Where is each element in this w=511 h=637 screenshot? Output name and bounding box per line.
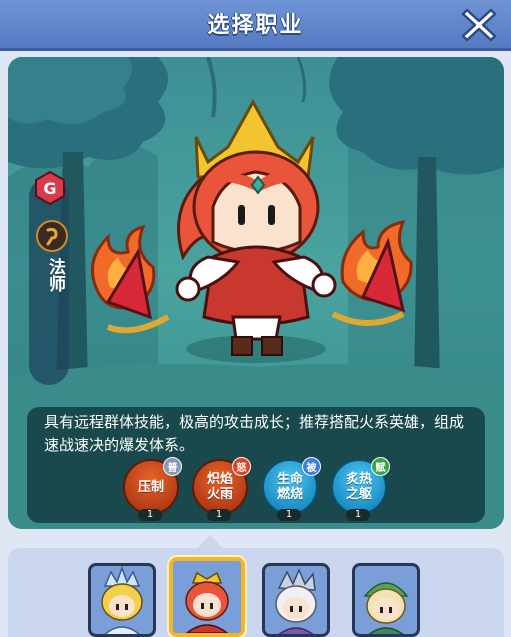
skill-name: 炽焰火雨 xyxy=(206,472,233,502)
grade-letter: G xyxy=(43,179,56,198)
red-hair-mage-portrait xyxy=(173,561,241,633)
skill-type-tag: 赋 xyxy=(371,457,390,476)
skill-level: 1 xyxy=(138,509,162,521)
class-description: 具有远程群体技能，极高的攻击成长；推荐搭配火系英雄，组成速战速决的爆发体系。 xyxy=(44,413,465,454)
green-cap-ranger-portrait xyxy=(355,566,417,634)
grade-badge-icon: G xyxy=(35,171,65,205)
skill-name: 压制 xyxy=(137,479,164,495)
white-hair-warrior-portrait xyxy=(265,566,327,634)
hero-preview-panel: G 法师 具有远程群体技能，极高的攻击成长；推荐搭配火系英雄，组成速战速决的爆发… xyxy=(8,57,504,529)
skill-level: 1 xyxy=(277,509,301,521)
skill-slot[interactable]: 炽焰火雨怒 1 xyxy=(192,457,251,521)
skill-slot[interactable]: 炙热之躯赋 1 xyxy=(331,457,390,521)
hero-card-selected[interactable] xyxy=(169,557,245,637)
skill-type-tag: 普 xyxy=(163,457,182,476)
page-title: 选择职业 xyxy=(207,13,304,38)
skill-level: 1 xyxy=(346,509,370,521)
skill-type-tag: 怒 xyxy=(232,457,251,476)
close-button[interactable] xyxy=(459,4,499,44)
skill-level: 1 xyxy=(207,509,231,521)
hero-selector-bar xyxy=(8,548,504,637)
class-name-label: 法师 xyxy=(45,258,65,292)
mage-staff-icon xyxy=(36,220,68,252)
blonde-paladin-portrait xyxy=(91,566,153,634)
skill-name: 生命燃烧 xyxy=(276,472,303,502)
close-x-icon xyxy=(461,8,497,42)
selection-pointer xyxy=(197,535,223,549)
hero-card[interactable] xyxy=(352,563,420,637)
skill-name: 炙热之躯 xyxy=(345,472,372,502)
skill-slot[interactable]: 压制 普 1 xyxy=(123,457,182,521)
skill-slot[interactable]: 生命燃烧被 1 xyxy=(262,457,321,521)
hero-card[interactable] xyxy=(88,563,156,637)
hero-card[interactable] xyxy=(262,563,330,637)
skill-type-tag: 被 xyxy=(302,457,321,476)
